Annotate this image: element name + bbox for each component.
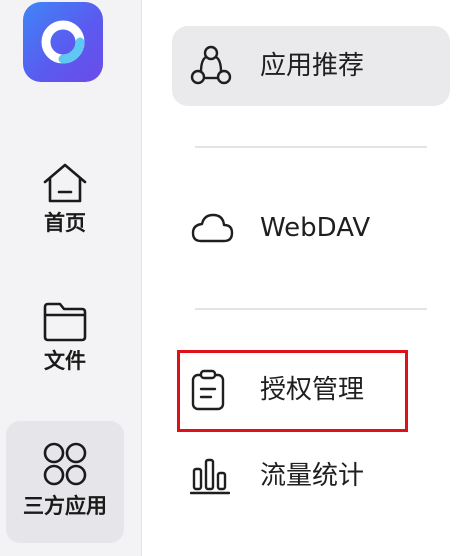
divider (195, 308, 427, 310)
clipboard-icon (191, 369, 225, 411)
menu-item-app-recommend[interactable]: 应用推荐 (172, 26, 450, 106)
menu-item-traffic-statistics[interactable]: 流量统计 (172, 436, 450, 516)
sidebar-item-label: 三方应用 (23, 494, 107, 518)
menu-item-label: 应用推荐 (260, 51, 365, 81)
share-nodes-icon (190, 45, 232, 85)
sidebar-item-files[interactable]: 文件 (6, 300, 124, 396)
menu-item-authorization-management[interactable]: 授权管理 (172, 350, 450, 430)
app-logo-icon (41, 20, 85, 64)
divider (195, 146, 427, 148)
cloud-icon (191, 213, 234, 243)
sidebar: 首页 文件 三方应用 (0, 0, 142, 556)
sidebar-item-third-party-apps[interactable]: 三方应用 (6, 421, 124, 543)
home-icon (43, 163, 87, 203)
menu-item-label: 授权管理 (260, 375, 365, 405)
folder-icon (43, 302, 87, 342)
sidebar-item-label: 首页 (44, 211, 86, 235)
app-logo[interactable] (23, 2, 103, 82)
bar-chart-icon (190, 458, 230, 495)
sidebar-item-label: 文件 (44, 349, 86, 373)
menu-item-label: 流量统计 (260, 461, 365, 491)
menu-item-label: WebDAV (260, 213, 371, 243)
sidebar-item-home[interactable]: 首页 (6, 162, 124, 258)
menu-item-webdav[interactable]: WebDAV (172, 188, 450, 268)
apps-grid-icon (43, 442, 87, 486)
